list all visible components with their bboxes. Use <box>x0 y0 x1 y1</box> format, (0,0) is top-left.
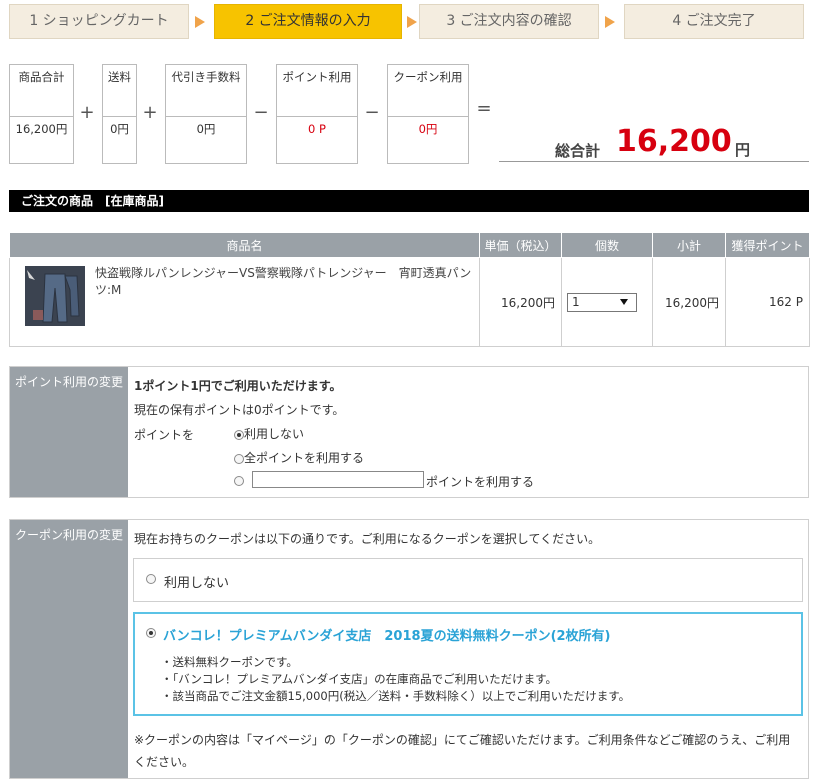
product-cell: 快盗戦隊ルパンレンジャーVS警察戦隊パトレンジャー 宵町透真パンツ:M <box>9 257 480 347</box>
product-thumbnail[interactable] <box>25 266 85 326</box>
total-point-box: ポイント利用 0 P <box>276 64 358 164</box>
coupon-detail-line: ・送料無料クーポンです。 <box>161 655 298 669</box>
step-shopping-cart: 1 ショッピングカート <box>9 4 189 39</box>
col-header-price: 単価（税込） <box>479 232 562 258</box>
coupon-option-none[interactable]: 利用しない <box>133 558 803 602</box>
grand-total: 総合計 16,200 円 <box>499 120 809 162</box>
col-header-qty: 個数 <box>561 232 653 258</box>
grand-total-label: 総合計 <box>555 142 601 160</box>
col-header-subtotal: 小計 <box>652 232 726 258</box>
radio-icon[interactable] <box>234 453 244 464</box>
coupon-details: ・送料無料クーポンです。 ・「バンコレ！プレミアムバンダイ支店」の在庫商品でご利… <box>161 654 630 705</box>
total-shipping-box: 送料 0円 <box>102 64 137 164</box>
plus-operator: + <box>79 102 95 123</box>
radio-checked-icon[interactable] <box>234 429 244 440</box>
pants-image-icon <box>25 266 85 326</box>
step-arrow-icon <box>605 16 615 28</box>
col-header-product: 商品名 <box>9 232 480 258</box>
product-name: 快盗戦隊ルパンレンジャーVS警察戦隊パトレンジャー 宵町透真パンツ:M <box>95 266 472 297</box>
step-order-info: 2 ご注文情報の入力 <box>214 4 402 39</box>
coupon-note: ※クーポンの内容は「マイページ」の「クーポンの確認」にてご確認いただけます。ご利… <box>134 733 791 769</box>
step-arrow-icon <box>407 16 417 28</box>
plus-operator: + <box>142 102 158 123</box>
order-items-table: 商品名 単価（税込） 個数 小計 獲得ポイント 快盗戦隊ルパンレンジャーVS警察 <box>9 232 810 347</box>
step-arrow-icon <box>195 16 205 28</box>
step-order-complete: 4 ご注文完了 <box>624 4 804 39</box>
point-usage-label: ポイント利用の変更 <box>10 367 128 497</box>
chevron-down-icon <box>620 298 628 305</box>
point-option-none[interactable]: 利用しない <box>234 425 304 442</box>
equals-operator: = <box>476 98 492 119</box>
radio-icon[interactable] <box>146 574 156 584</box>
point-field-label: ポイントを <box>134 428 195 442</box>
table-row: 快盗戦隊ルパンレンジャーVS警察戦隊パトレンジャー 宵町透真パンツ:M 16,2… <box>9 257 810 347</box>
coupon-usage-panel: クーポン利用の変更 現在お持ちのクーポンは以下の通りです。ご利用になるクーポンを… <box>9 519 809 779</box>
point-current: 現在の保有ポイントは0ポイントです。 <box>134 403 345 417</box>
coupon-detail-line: ・「バンコレ！プレミアムバンダイ支店」の在庫商品でご利用いただけます。 <box>161 672 557 686</box>
col-header-points: 獲得ポイント <box>725 232 810 258</box>
checkout-steps: 1 ショッピングカート 2 ご注文情報の入力 3 ご注文内容の確認 4 ご注文完… <box>9 4 809 41</box>
total-cod-fee-box: 代引き手数料 0円 <box>165 64 247 164</box>
point-amount-input[interactable] <box>252 471 424 488</box>
product-price: 16,200円 <box>479 257 562 347</box>
coupon-detail-line: ・該当商品でご注文金額15,000円(税込／送料・手数料除く）以上でご利用いただ… <box>161 689 631 703</box>
quantity-select[interactable]: 1 <box>567 292 637 312</box>
point-custom-suffix: ポイントを利用する <box>426 475 535 489</box>
step-order-confirm: 3 ご注文内容の確認 <box>419 4 599 39</box>
grand-total-unit: 円 <box>735 141 751 159</box>
product-points: 162 P <box>725 257 810 347</box>
total-coupon-box: クーポン利用 0円 <box>387 64 469 164</box>
coupon-usage-label: クーポン利用の変更 <box>10 520 128 778</box>
minus-operator: − <box>364 102 380 123</box>
qty-cell: 1 <box>561 257 653 347</box>
coupon-intro: 現在お持ちのクーポンは以下の通りです。ご利用になるクーポンを選択してください。 <box>134 532 601 546</box>
point-option-all[interactable]: 全ポイントを利用する <box>234 449 364 466</box>
coupon-option-selected[interactable]: バンコレ！プレミアムバンダイ支店 2018夏の送料無料クーポン(2枚所有) ・送… <box>133 612 803 716</box>
point-option-custom[interactable] <box>234 473 244 487</box>
grand-total-amount: 16,200 <box>616 124 732 159</box>
point-headline: 1ポイント1円でご利用いただけます。 <box>134 379 342 393</box>
total-items-box: 商品合計 16,200円 <box>9 64 74 164</box>
radio-icon[interactable] <box>234 475 244 486</box>
section-title: ご注文の商品 [在庫商品] <box>9 190 809 212</box>
coupon-title: バンコレ！プレミアムバンダイ支店 2018夏の送料無料クーポン(2枚所有) <box>163 629 611 644</box>
minus-operator: − <box>253 102 269 123</box>
product-subtotal: 16,200円 <box>652 257 726 347</box>
radio-checked-icon[interactable] <box>146 628 156 638</box>
point-usage-panel: ポイント利用の変更 1ポイント1円でご利用いただけます。 現在の保有ポイントは0… <box>9 366 809 498</box>
